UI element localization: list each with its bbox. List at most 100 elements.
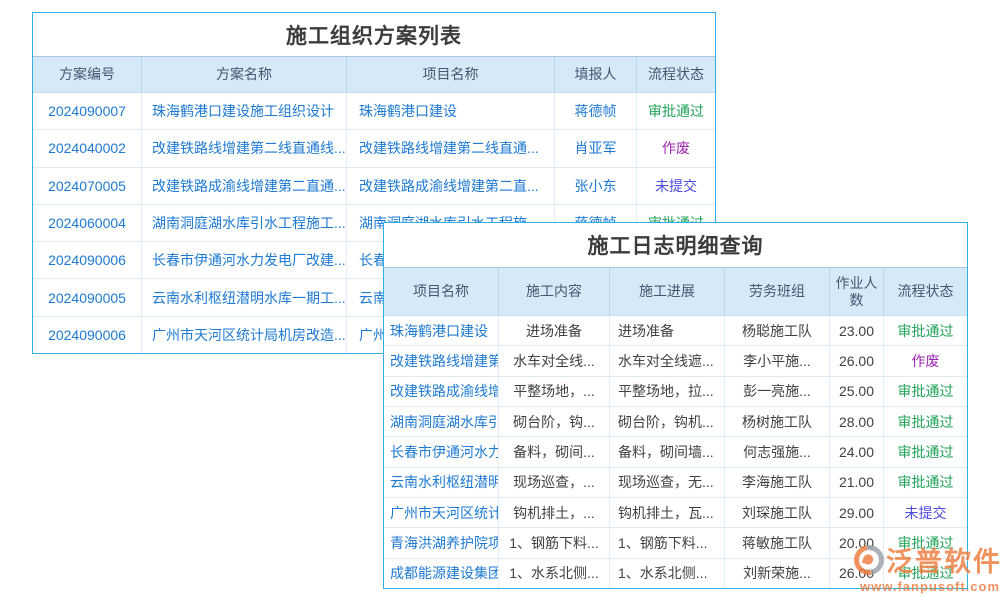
cell-workers: 28.00 <box>830 407 884 436</box>
column-header: 施工内容 <box>499 268 610 315</box>
cell-progress: 钩机排土，瓦... <box>610 498 725 527</box>
cell-status: 审批通过 <box>884 377 967 406</box>
cell-reporter[interactable]: 肖亚军 <box>555 130 637 166</box>
cell-project[interactable]: 珠海鹤港口建设 <box>384 316 499 345</box>
cell-content: 平整场地，... <box>499 377 610 406</box>
log-table-header: 项目名称施工内容施工进展劳务班组作业人数流程状态 <box>384 267 967 316</box>
column-header: 流程状态 <box>637 57 715 92</box>
cell-workers: 26.00 <box>830 559 884 588</box>
cell-project[interactable]: 改建铁路线增建第二线直通线 <box>384 346 499 375</box>
cell-team: 蒋敏施工队 <box>725 528 830 557</box>
column-header: 作业人数 <box>830 268 884 315</box>
cell-name[interactable]: 云南水利枢纽潜明水库一期工... <box>142 279 347 315</box>
cell-content: 进场准备 <box>499 316 610 345</box>
cell-project[interactable]: 成都能源建设集团 <box>384 559 499 588</box>
cell-progress: 进场准备 <box>610 316 725 345</box>
cell-project[interactable]: 改建铁路成渝线增建第二直... <box>347 168 555 204</box>
cell-reporter[interactable]: 张小东 <box>555 168 637 204</box>
cell-project[interactable]: 长春市伊通河水力发电厂 <box>384 437 499 466</box>
cell-status: 审批通过 <box>884 528 967 557</box>
cell-status: 审批通过 <box>884 468 967 497</box>
cell-id[interactable]: 2024070005 <box>33 168 142 204</box>
cell-name[interactable]: 湖南洞庭湖水库引水工程施工... <box>142 205 347 241</box>
cell-content: 水车对全线... <box>499 346 610 375</box>
cell-progress: 平整场地，拉... <box>610 377 725 406</box>
table-row[interactable]: 2024090007珠海鹤港口建设施工组织设计珠海鹤港口建设蒋德帧审批通过 <box>33 93 715 130</box>
cell-team: 刘新荣施... <box>725 559 830 588</box>
cell-status: 审批通过 <box>884 407 967 436</box>
cell-name[interactable]: 广州市天河区统计局机房改造... <box>142 317 347 353</box>
cell-id[interactable]: 2024060004 <box>33 205 142 241</box>
column-header: 填报人 <box>555 57 637 92</box>
cell-id[interactable]: 2024090007 <box>33 93 142 129</box>
cell-project[interactable]: 改建铁路线增建第二线直通... <box>347 130 555 166</box>
cell-project[interactable]: 湖南洞庭湖水库引水工程 <box>384 407 499 436</box>
column-header: 方案编号 <box>33 57 142 92</box>
cell-status: 审批通过 <box>884 559 967 588</box>
cell-name[interactable]: 长春市伊通河水力发电厂改建... <box>142 242 347 278</box>
cell-status: 审批通过 <box>884 437 967 466</box>
cell-content: 备料，砌间... <box>499 437 610 466</box>
cell-status: 审批通过 <box>884 316 967 345</box>
cell-content: 1、水系北侧... <box>499 559 610 588</box>
cell-workers: 23.00 <box>830 316 884 345</box>
cell-id[interactable]: 2024090006 <box>33 317 142 353</box>
cell-progress: 备料，砌间墙... <box>610 437 725 466</box>
cell-content: 现场巡查，... <box>499 468 610 497</box>
table-row[interactable]: 广州市天河区统计局机房钩机排土，...钩机排土，瓦...刘琛施工队29.00未提… <box>384 498 967 528</box>
cell-id[interactable]: 2024040002 <box>33 130 142 166</box>
table-row[interactable]: 2024040002改建铁路线增建第二线直通线...改建铁路线增建第二线直通..… <box>33 130 715 167</box>
cell-status: 作废 <box>884 346 967 375</box>
table-row[interactable]: 青海洪湖养护院项目1、钢筋下料...1、钢筋下料...蒋敏施工队20.00审批通… <box>384 528 967 558</box>
plan-list-title: 施工组织方案列表 <box>33 13 715 56</box>
cell-content: 砌台阶，钩... <box>499 407 610 436</box>
table-row[interactable]: 长春市伊通河水力发电厂备料，砌间...备料，砌间墙...何志强施...24.00… <box>384 437 967 467</box>
cell-team: 刘琛施工队 <box>725 498 830 527</box>
cell-progress: 1、钢筋下料... <box>610 528 725 557</box>
column-header: 项目名称 <box>384 268 499 315</box>
cell-progress: 砌台阶，钩机... <box>610 407 725 436</box>
column-header: 施工进展 <box>610 268 725 315</box>
table-row[interactable]: 云南水利枢纽潜明水库现场巡查，...现场巡查，无...李海施工队21.00审批通… <box>384 468 967 498</box>
cell-team: 李小平施... <box>725 346 830 375</box>
cell-team: 杨树施工队 <box>725 407 830 436</box>
cell-project[interactable]: 珠海鹤港口建设 <box>347 93 555 129</box>
column-header: 流程状态 <box>884 268 967 315</box>
table-row[interactable]: 改建铁路成渝线增建第二直通平整场地，...平整场地，拉...彭一亮施...25.… <box>384 377 967 407</box>
cell-project[interactable]: 云南水利枢纽潜明水库 <box>384 468 499 497</box>
cell-id[interactable]: 2024090005 <box>33 279 142 315</box>
table-row[interactable]: 2024070005改建铁路成渝线增建第二直通...改建铁路成渝线增建第二直..… <box>33 168 715 205</box>
cell-name[interactable]: 改建铁路成渝线增建第二直通... <box>142 168 347 204</box>
log-query-window: 施工日志明细查询 项目名称施工内容施工进展劳务班组作业人数流程状态 珠海鹤港口建… <box>383 222 968 589</box>
cell-workers: 24.00 <box>830 437 884 466</box>
table-row[interactable]: 湖南洞庭湖水库引水工程砌台阶，钩...砌台阶，钩机...杨树施工队28.00审批… <box>384 407 967 437</box>
cell-progress: 水车对全线遮... <box>610 346 725 375</box>
cell-team: 杨聪施工队 <box>725 316 830 345</box>
column-header: 劳务班组 <box>725 268 830 315</box>
cell-team: 何志强施... <box>725 437 830 466</box>
table-row[interactable]: 珠海鹤港口建设进场准备进场准备杨聪施工队23.00审批通过 <box>384 316 967 346</box>
cell-status: 未提交 <box>884 498 967 527</box>
cell-status: 未提交 <box>637 168 715 204</box>
cell-project[interactable]: 改建铁路成渝线增建第二直通 <box>384 377 499 406</box>
table-row[interactable]: 改建铁路线增建第二线直通线水车对全线...水车对全线遮...李小平施...26.… <box>384 346 967 376</box>
cell-workers: 25.00 <box>830 377 884 406</box>
cell-id[interactable]: 2024090006 <box>33 242 142 278</box>
cell-progress: 1、水系北侧... <box>610 559 725 588</box>
cell-name[interactable]: 改建铁路线增建第二线直通线... <box>142 130 347 166</box>
cell-project[interactable]: 青海洪湖养护院项目 <box>384 528 499 557</box>
cell-content: 1、钢筋下料... <box>499 528 610 557</box>
cell-reporter[interactable]: 蒋德帧 <box>555 93 637 129</box>
cell-progress: 现场巡查，无... <box>610 468 725 497</box>
cell-project[interactable]: 广州市天河区统计局机房 <box>384 498 499 527</box>
cell-name[interactable]: 珠海鹤港口建设施工组织设计 <box>142 93 347 129</box>
table-row[interactable]: 成都能源建设集团1、水系北侧...1、水系北侧...刘新荣施...26.00审批… <box>384 559 967 588</box>
cell-workers: 26.00 <box>830 346 884 375</box>
column-header: 方案名称 <box>142 57 347 92</box>
log-table-body: 珠海鹤港口建设进场准备进场准备杨聪施工队23.00审批通过改建铁路线增建第二线直… <box>384 316 967 588</box>
cell-team: 彭一亮施... <box>725 377 830 406</box>
cell-team: 李海施工队 <box>725 468 830 497</box>
cell-workers: 29.00 <box>830 498 884 527</box>
cell-status: 审批通过 <box>637 93 715 129</box>
cell-content: 钩机排土，... <box>499 498 610 527</box>
